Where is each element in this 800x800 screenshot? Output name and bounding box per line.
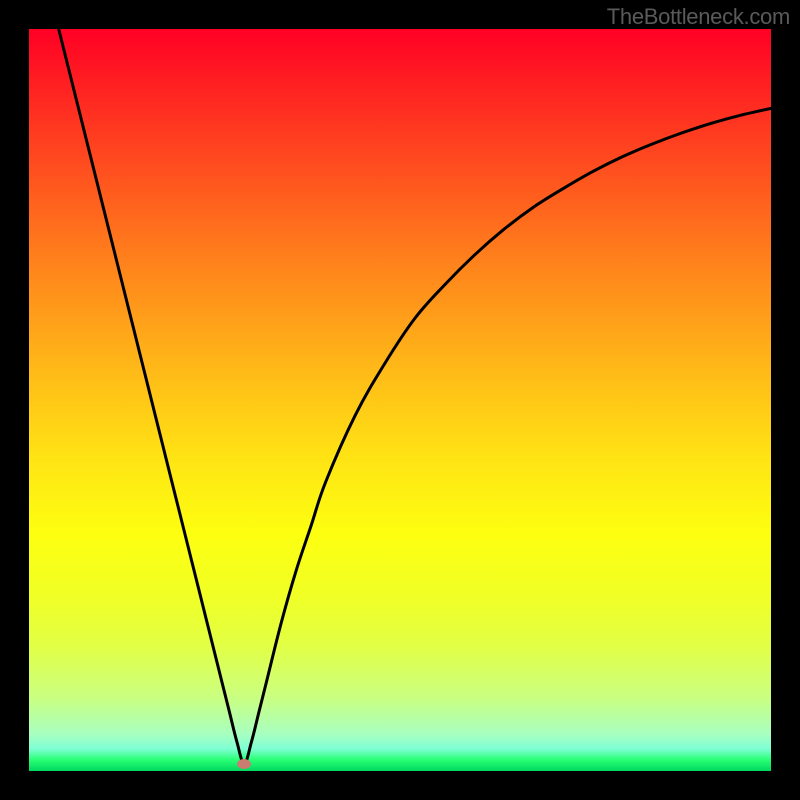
bottleneck-curve: [59, 29, 771, 764]
chart-frame: TheBottleneck.com: [0, 0, 800, 800]
watermark-text: TheBottleneck.com: [607, 4, 790, 30]
minimum-point-marker: [237, 759, 251, 769]
curve-layer: [29, 29, 771, 771]
